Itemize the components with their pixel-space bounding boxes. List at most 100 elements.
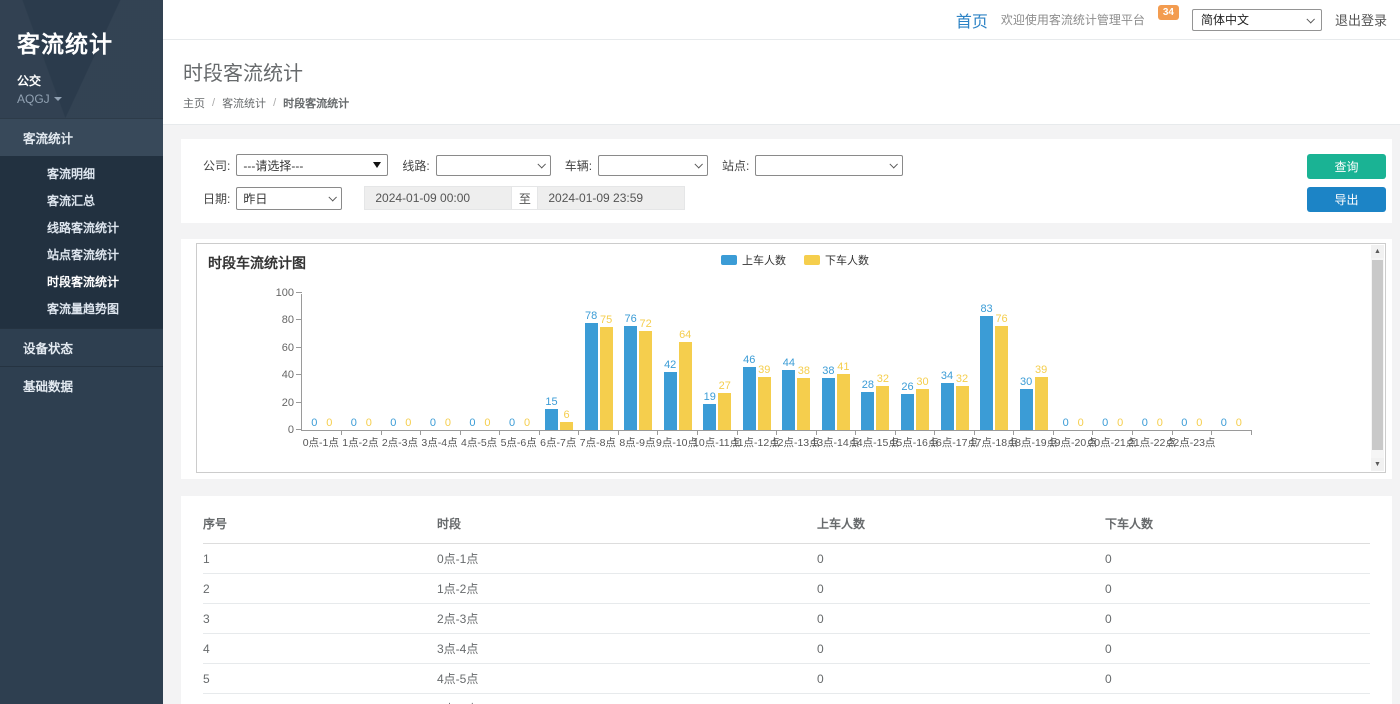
bar [718, 393, 731, 430]
bar [916, 389, 929, 430]
bar [560, 422, 573, 430]
x-axis-label: 16点-17点 [934, 435, 974, 450]
bar-group: 41 [837, 361, 850, 430]
bar-group: 75 [600, 314, 613, 430]
bar-group: 32 [876, 373, 889, 430]
station-select[interactable] [755, 155, 903, 176]
x-axis-label: 13点-14点 [816, 435, 856, 450]
scroll-down-icon[interactable]: ▼ [1371, 458, 1384, 471]
table-cell: 0 [1105, 604, 1370, 634]
line-select[interactable] [436, 155, 551, 176]
sidebar-item[interactable]: 客流汇总 [0, 187, 163, 214]
brand-org: 公交 [17, 72, 163, 89]
y-axis-label: 40 [256, 369, 294, 381]
sidebar-section[interactable]: 设备状态 [0, 328, 163, 366]
x-axis-label: 5点-6点 [499, 435, 539, 450]
bar-group: 0 [1059, 417, 1072, 430]
bar-value-label: 76 [625, 313, 637, 326]
table-row: 65点-6点00 [203, 694, 1370, 704]
bar-group: 38 [822, 365, 835, 430]
x-axis-label-text: 4点-5点 [461, 435, 497, 450]
line-label: 线路: [402, 157, 429, 174]
home-link[interactable]: 首页 [956, 8, 988, 32]
breadcrumb-separator: / [212, 97, 215, 109]
table-header-cell: 上车人数 [817, 509, 1105, 544]
scrollbar-thumb[interactable] [1372, 260, 1383, 450]
filter-row-2: 日期: 昨日 2024-01-09 00:00 至 2024-01-09 23:… [203, 186, 1272, 210]
bar-group: 78 [585, 310, 598, 430]
bar-group: 0 [426, 417, 439, 430]
chart-category: 7672 [618, 294, 658, 430]
table-panel: 序号时段上车人数下车人数 10点-1点0021点-2点0032点-3点0043点… [181, 496, 1392, 704]
page-title: 时段客流统计 [183, 57, 1400, 86]
chart-category: 7875 [579, 294, 619, 430]
x-axis-label: 1点-2点 [341, 435, 381, 450]
bar-group: 0 [1193, 417, 1206, 430]
table-header-row: 序号时段上车人数下车人数 [203, 509, 1370, 544]
vehicle-select[interactable] [598, 155, 708, 176]
bar-value-label: 0 [351, 417, 357, 430]
bar-value-label: 0 [1117, 417, 1123, 430]
legend-item[interactable]: 下车人数 [804, 252, 869, 268]
query-button[interactable]: 查询 [1307, 154, 1386, 179]
brand-title: 客流统计 [17, 25, 163, 59]
breadcrumb-section[interactable]: 客流统计 [222, 95, 266, 111]
content-area: 公司: ---请选择--- 线路: 车辆: 站点: [163, 125, 1400, 704]
notification-badge: 34 [1158, 5, 1179, 20]
chart-plot: 0204060801000000000000001567875767242641… [301, 294, 1251, 431]
table-row: 21点-2点00 [203, 574, 1370, 604]
x-axis-label: 11点-12点 [736, 435, 776, 450]
bar-group: 27 [718, 380, 731, 430]
x-axis-label: 7点-8点 [578, 435, 618, 450]
table-cell: 0点-1点 [437, 544, 817, 574]
scroll-up-icon[interactable]: ▲ [1371, 245, 1384, 258]
sidebar-section[interactable]: 基础数据 [0, 366, 163, 404]
x-axis-label: 18点-19点 [1013, 435, 1053, 450]
table-cell: 0 [817, 664, 1105, 694]
bar-group: 0 [521, 417, 534, 430]
bar [822, 378, 835, 430]
bar-group: 0 [323, 417, 336, 430]
table-cell: 2点-3点 [437, 604, 817, 634]
table-cell: 0 [817, 694, 1105, 704]
sidebar-item[interactable]: 客流量趋势图 [0, 295, 163, 322]
export-button[interactable]: 导出 [1307, 187, 1386, 212]
user-dropdown[interactable]: AQGJ [17, 92, 163, 106]
date-preset-value: 昨日 [243, 190, 267, 207]
bar-group: 39 [1035, 364, 1048, 430]
x-axis-label-text: 5点-6点 [501, 435, 537, 450]
x-axis-label: 3点-4点 [420, 435, 460, 450]
station-label: 站点: [722, 157, 749, 174]
legend-item[interactable]: 上车人数 [721, 252, 786, 268]
date-end-input[interactable]: 2024-01-09 23:59 [537, 186, 685, 210]
language-select[interactable]: 简体中文 [1192, 9, 1322, 31]
sidebar-item[interactable]: 线路客流统计 [0, 214, 163, 241]
x-axis-label: 2点-3点 [380, 435, 420, 450]
company-select[interactable]: ---请选择--- [236, 154, 388, 176]
chart-scrollbar[interactable]: ▲ ▼ [1371, 245, 1384, 471]
sidebar-item[interactable]: 客流明细 [0, 160, 163, 187]
table-cell: 0 [1105, 634, 1370, 664]
data-table: 序号时段上车人数下车人数 10点-1点0021点-2点0032点-3点0043点… [203, 509, 1370, 704]
date-preset-select[interactable]: 昨日 [236, 187, 342, 210]
table-cell: 3点-4点 [437, 634, 817, 664]
table-cell: 0 [817, 634, 1105, 664]
date-start-input[interactable]: 2024-01-09 00:00 [364, 186, 512, 210]
breadcrumb-home[interactable]: 主页 [183, 95, 205, 111]
caret-down-icon [54, 97, 62, 101]
x-axis-label-text: 8点-9点 [619, 435, 655, 450]
table-header-cell: 时段 [437, 509, 817, 544]
dropdown-arrow-icon [373, 162, 381, 168]
x-axis-label-text: 1点-2点 [342, 435, 378, 450]
bar-group: 0 [308, 417, 321, 430]
table-row: 43点-4点00 [203, 634, 1370, 664]
bar-group: 0 [362, 417, 375, 430]
y-axis-label: 20 [256, 397, 294, 409]
sidebar-item[interactable]: 站点客流统计 [0, 241, 163, 268]
bar-group: 6 [560, 409, 573, 430]
sidebar-item[interactable]: 时段客流统计 [0, 268, 163, 295]
x-axis-label: 4点-5点 [459, 435, 499, 450]
sidebar-section[interactable]: 客流统计 [0, 118, 163, 156]
logout-link[interactable]: 退出登录 [1335, 10, 1387, 29]
bar-group: 39 [758, 364, 771, 430]
